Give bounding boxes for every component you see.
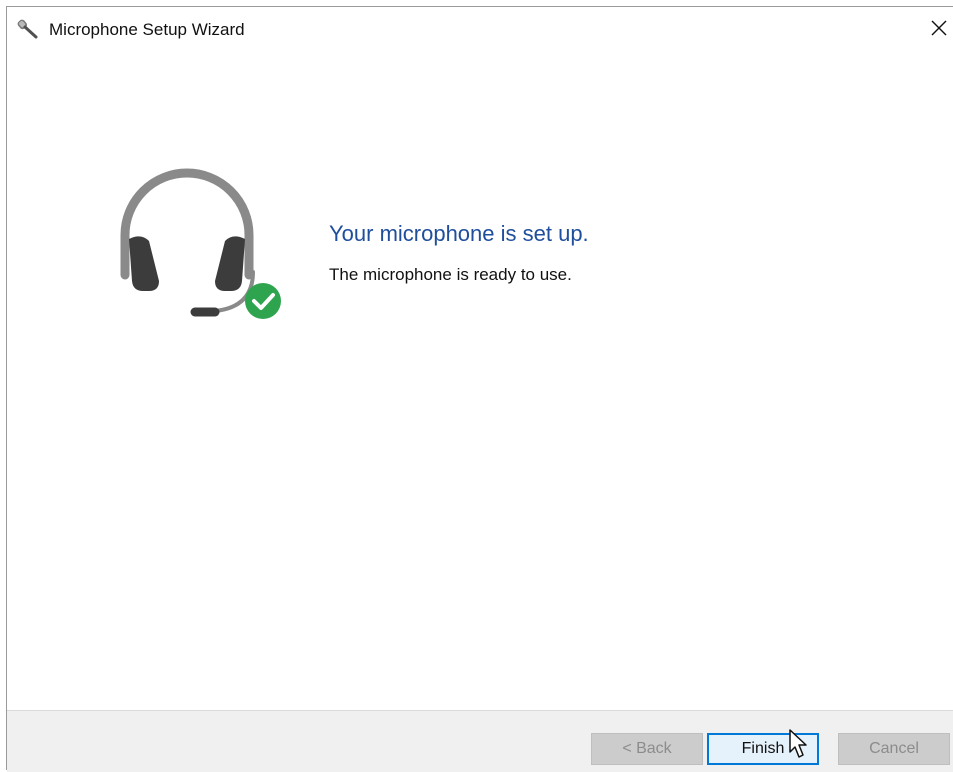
status-message: The microphone is ready to use. [329, 265, 572, 284]
wizard-window: Microphone Setup Wizard Your microphone … [6, 6, 953, 772]
microphone-icon [17, 19, 39, 39]
title-bar: Microphone Setup Wizard [7, 7, 953, 53]
back-button[interactable]: < Back [591, 733, 703, 765]
close-button[interactable] [925, 13, 953, 47]
close-icon [931, 20, 947, 41]
cancel-button[interactable]: Cancel [838, 733, 950, 765]
window-title: Microphone Setup Wizard [49, 20, 245, 39]
wizard-content: Your microphone is set up. The microphon… [7, 53, 953, 713]
wizard-footer: < Back Finish Cancel [7, 710, 953, 772]
headset-check-icon [103, 157, 287, 327]
finish-button[interactable]: Finish [707, 733, 819, 765]
status-heading: Your microphone is set up. [329, 221, 589, 246]
